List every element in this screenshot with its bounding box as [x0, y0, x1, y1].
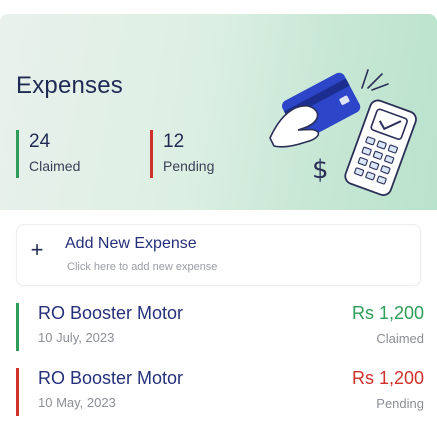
expense-date: 10 May, 2023 — [38, 395, 116, 410]
expenses-header-panel: Expenses 24 Claimed 12 Pending $ — [0, 14, 437, 210]
pending-stat: 12 Pending — [150, 130, 214, 178]
claimed-stat: 24 Claimed — [16, 130, 80, 178]
claimed-count: 24 — [29, 131, 51, 152]
top-edge — [0, 0, 437, 14]
pending-label: Pending — [163, 158, 215, 174]
expense-row[interactable]: RO Booster Motor 10 July, 2023 Rs 1,200 … — [16, 303, 424, 351]
expense-title: RO Booster Motor — [38, 303, 184, 323]
expense-date: 10 July, 2023 — [38, 330, 115, 345]
add-expense-subtitle: Click here to add new expense — [67, 261, 218, 273]
svg-text:$: $ — [312, 155, 329, 185]
add-expense-card[interactable]: + Add New Expense Click here to add new … — [16, 224, 421, 286]
page-title: Expenses — [16, 72, 123, 99]
expense-status: Claimed — [376, 331, 424, 346]
expense-row[interactable]: RO Booster Motor 10 May, 2023 Rs 1,200 P… — [16, 368, 424, 416]
plus-icon[interactable]: + — [28, 239, 46, 261]
card-payment-icon: $ — [269, 69, 417, 196]
claimed-label: Claimed — [29, 158, 81, 174]
expense-status: Pending — [376, 396, 424, 411]
add-expense-title[interactable]: Add New Expense — [65, 235, 197, 253]
expense-amount: Rs 1,200 — [351, 303, 424, 323]
expense-title: RO Booster Motor — [38, 368, 184, 388]
pending-count: 12 — [163, 131, 185, 152]
expense-amount: Rs 1,200 — [351, 368, 424, 388]
